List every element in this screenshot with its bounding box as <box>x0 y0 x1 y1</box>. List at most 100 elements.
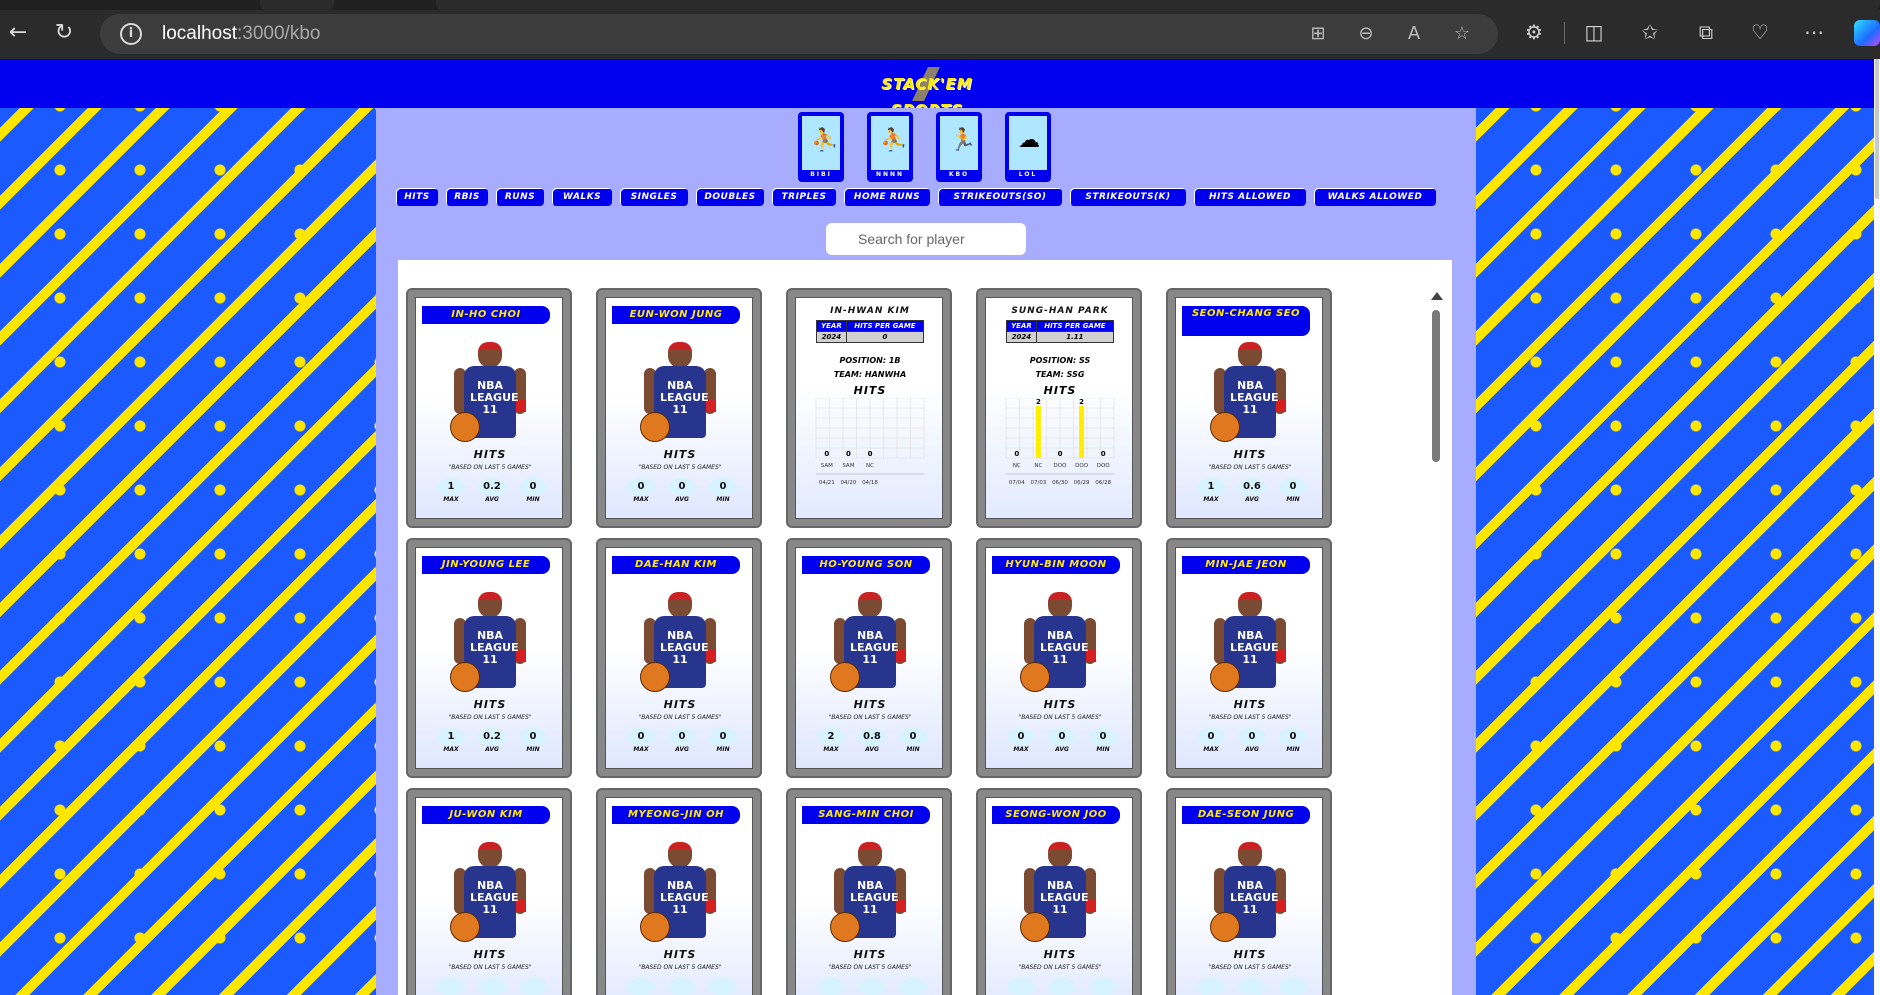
copilot-icon[interactable] <box>1854 20 1880 46</box>
tab-hits[interactable]: HITS <box>396 188 438 206</box>
basketball-dunk-icon: ⛹ <box>880 128 908 153</box>
extensions-icon[interactable]: ⚙ <box>1518 16 1550 48</box>
player-card[interactable]: JU-WON KIM NBA LEAGUE 11 HITS "BASED ON LAS… <box>406 788 572 995</box>
player-card[interactable]: HO-YOUNG SON NBA LEAGUE 11 HITS "BASED ON L… <box>786 538 952 778</box>
zoom-out-icon[interactable]: ⊖ <box>1354 22 1378 46</box>
stat-pills: 1 MAX 0.6 AVG 0 MIN <box>1190 478 1314 508</box>
search-input[interactable] <box>826 223 1026 255</box>
chart-title: HITS <box>853 384 887 397</box>
collections-icon[interactable]: ⧉ <box>1690 16 1722 48</box>
sport-button-nnnn[interactable]: ⛹ NNNN <box>867 112 913 182</box>
url-text[interactable]: localhost:3000/kbo <box>162 23 320 45</box>
stat-max: MAX <box>814 978 848 995</box>
player-team: TEAM: SSG <box>1035 370 1085 379</box>
player-name: MYEONG-JIN OH <box>612 806 740 824</box>
player-photo: NBA LEAGUE 11 <box>830 842 910 946</box>
favorites-icon[interactable]: ✩ <box>1634 16 1666 48</box>
sport-button-lol[interactable]: ☁ LOL <box>1005 112 1051 182</box>
stat-avg: AVG <box>855 978 889 995</box>
address-bar[interactable]: i localhost:3000/kbo ⊞ ⊖ A ☆ <box>100 14 1498 54</box>
card-stat-title: HITS <box>1233 448 1267 461</box>
player-card[interactable]: SANG-MIN CHOI NBA LEAGUE 11 HITS "BASED ON … <box>786 788 952 995</box>
favorite-star-icon[interactable]: ☆ <box>1450 22 1474 46</box>
chart-bar <box>1079 406 1085 458</box>
stat-min: MIN <box>1086 978 1120 995</box>
player-card[interactable]: MYEONG-JIN OH NBA LEAGUE 11 HITS "BASED ON … <box>596 788 762 995</box>
card-face: DAE-HAN KIM NBA LEAGUE 11 HITS "BASED ON LA… <box>605 547 753 769</box>
tab-home-runs[interactable]: HOME RUNS <box>844 188 930 206</box>
back-icon[interactable]: ← <box>0 14 36 50</box>
scrollbar-thumb[interactable] <box>1432 310 1440 462</box>
tab-runs[interactable]: RUNS <box>496 188 544 206</box>
sport-button-kbo[interactable]: 🏃 KBO <box>936 112 982 182</box>
tab-strikeouts-so[interactable]: STRIKEOUTS(SO) <box>938 188 1062 206</box>
player-card[interactable]: EUN-WON JUNG NBA LEAGUE 11 HITS "BASED ON L… <box>596 288 762 528</box>
player-name: MIN-JAE JEON <box>1182 556 1310 574</box>
basketball-icon <box>1210 662 1240 692</box>
card-stat-title: HITS <box>1233 698 1267 711</box>
card-face: SEON-CHANG SEO NBA LEAGUE 11 HITS "BASED ON… <box>1175 297 1323 519</box>
stat-min: 0 MIN <box>516 478 550 504</box>
player-card[interactable]: DAE-SEON JUNG NBA LEAGUE 11 HITS "BASED ON … <box>1166 788 1332 995</box>
card-stat-title: HITS <box>853 948 887 961</box>
card-note: "BASED ON LAST 5 GAMES" <box>448 714 532 721</box>
card-face: JIN-YOUNG LEE NBA LEAGUE 11 HITS "BASED ON … <box>415 547 563 769</box>
stat-min: MIN <box>896 978 930 995</box>
browser-essentials-icon[interactable]: ♡ <box>1744 16 1776 48</box>
tab-walks[interactable]: WALKS <box>552 188 612 206</box>
sport-button-bibi[interactable]: ⛹ BIBI <box>798 112 844 182</box>
player-card[interactable]: SUNG-HAN PARK YEAR HITS PER GAME 2024 1.11 PO… <box>976 288 1142 528</box>
stat-max: 1 MAX <box>434 478 468 504</box>
player-card[interactable]: SEON-CHANG SEO NBA LEAGUE 11 HITS "BASED ON… <box>1166 288 1332 528</box>
chart-date-label: 07/04 <box>1009 480 1025 486</box>
tab[interactable] <box>436 0 1880 10</box>
chart-date-label: 06/28 <box>1095 480 1111 486</box>
tab-doubles[interactable]: DOUBLES <box>696 188 764 206</box>
tab-hits-allowed[interactable]: HITS ALLOWED <box>1194 188 1306 206</box>
basketball-icon <box>640 662 670 692</box>
card-stat-title: HITS <box>473 948 507 961</box>
player-card[interactable]: MIN-JAE JEON NBA LEAGUE 11 HITS "BASED ON L… <box>1166 538 1332 778</box>
stat-avg: 0 AVG <box>665 478 699 504</box>
site-logo[interactable]: STACK'EM SPORTS <box>842 67 1012 119</box>
player-card[interactable]: IN-HO CHOI NBA LEAGUE 11 HITS "BASED ON LAS… <box>406 288 572 528</box>
player-card[interactable]: IN-HWAN KIM YEAR HITS PER GAME 2024 0 POSITIO… <box>786 288 952 528</box>
page-scrollbar[interactable] <box>1874 59 1880 995</box>
stat-max: MAX <box>434 978 468 995</box>
stat-pills: 2 MAX 0.8 AVG 0 MIN <box>810 728 934 758</box>
tab-walks-allowed[interactable]: WALKS ALLOWED <box>1314 188 1436 206</box>
stat-pills: MAX AVG MIN <box>1000 978 1124 995</box>
tab-singles[interactable]: SINGLES <box>620 188 688 206</box>
stat-pills: MAX AVG MIN <box>1190 978 1314 995</box>
stat-avg: 0.2 AVG <box>475 728 509 754</box>
player-photo: NBA LEAGUE 11 <box>640 592 720 696</box>
player-card[interactable]: SEONG-WON JOO NBA LEAGUE 11 HITS "BASED ON … <box>976 788 1142 995</box>
stat-avg: 0.8 AVG <box>855 728 889 754</box>
chart-opponent-label: DOO <box>1054 463 1068 469</box>
apps-icon[interactable]: ⊞ <box>1306 22 1330 46</box>
tab[interactable] <box>260 0 334 10</box>
read-aloud-icon[interactable]: A <box>1402 22 1426 46</box>
player-card[interactable]: HYUN-BIN MOON NBA LEAGUE 11 HITS "BASED ON … <box>976 538 1142 778</box>
player-card[interactable]: JIN-YOUNG LEE NBA LEAGUE 11 HITS "BASED ON … <box>406 538 572 778</box>
scroll-up-icon[interactable] <box>1431 292 1443 300</box>
basketball-icon <box>1210 912 1240 942</box>
split-screen-icon[interactable]: ◫ <box>1578 16 1610 48</box>
sport-label: KBO <box>948 171 970 178</box>
refresh-icon[interactable]: ↻ <box>46 14 82 50</box>
tab-rbis[interactable]: RBIS <box>446 188 488 206</box>
more-menu-icon[interactable]: ⋯ <box>1798 16 1830 48</box>
card-face: IN-HWAN KIM YEAR HITS PER GAME 2024 0 POSITIO… <box>795 297 943 519</box>
stat-max: MAX <box>1194 978 1228 995</box>
player-card[interactable]: DAE-HAN KIM NBA LEAGUE 11 HITS "BASED ON LA… <box>596 538 762 778</box>
chart-opponent-label: NC <box>1034 463 1042 469</box>
player-name: EUN-WON JUNG <box>612 306 740 324</box>
tab-strikeouts-k[interactable]: STRIKEOUTS(K) <box>1070 188 1186 206</box>
card-panel-scrollbar[interactable] <box>1430 292 1443 995</box>
background-pattern-left <box>0 108 376 995</box>
player-photo: NBA LEAGUE 11 <box>450 342 530 446</box>
info-icon[interactable]: i <box>120 23 142 45</box>
chart-data-label: 0 <box>1058 450 1063 458</box>
card-face: MIN-JAE JEON NBA LEAGUE 11 HITS "BASED ON L… <box>1175 547 1323 769</box>
tab-triples[interactable]: TRIPLES <box>772 188 836 206</box>
